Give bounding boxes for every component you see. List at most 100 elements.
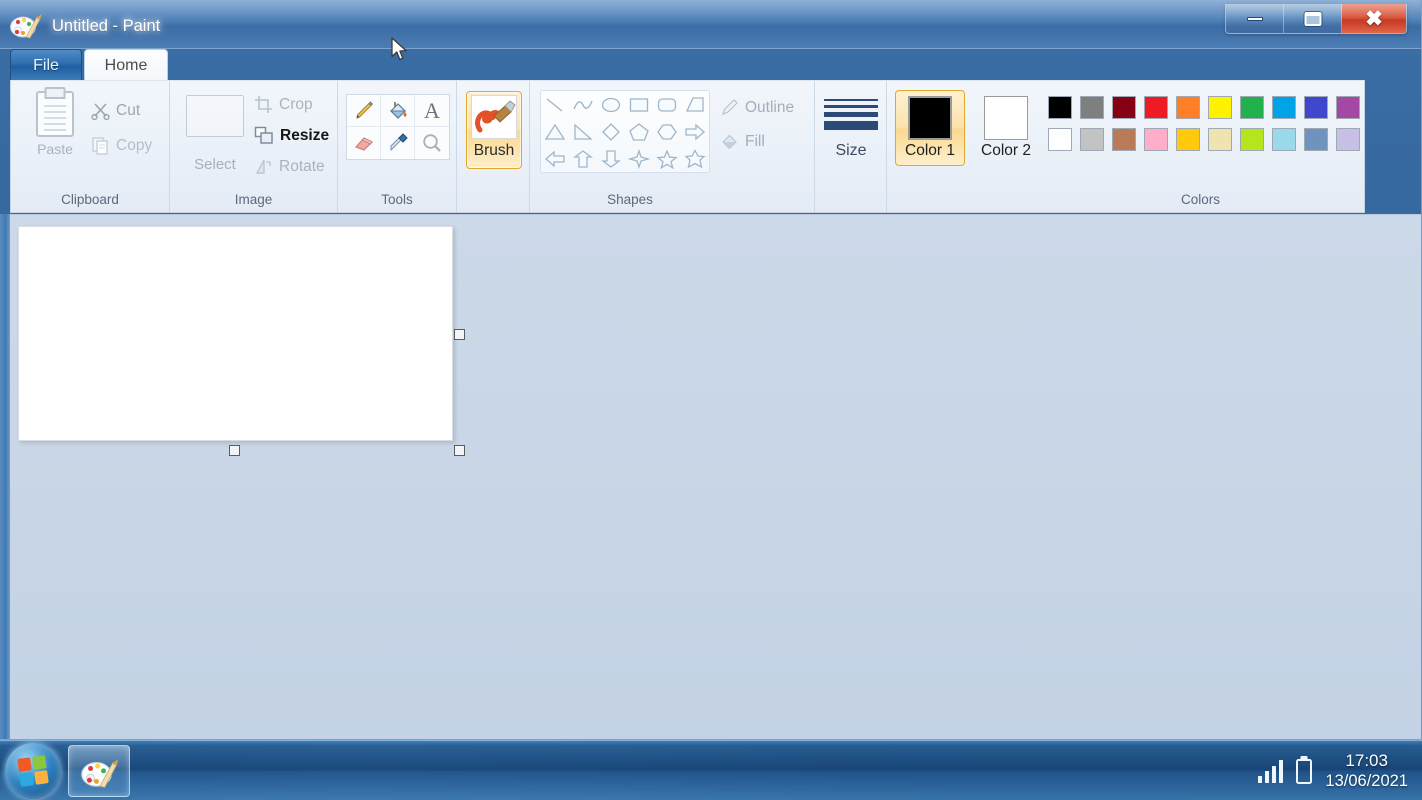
right-arrow-icon [685, 123, 705, 140]
crop-button[interactable]: Crop [254, 95, 313, 114]
cut-button[interactable]: Cut [91, 101, 140, 120]
window-controls: ✖ [1225, 4, 1407, 34]
ribbon-group-image: Select Crop Resize Rotate Image [170, 81, 338, 212]
palette-swatch[interactable] [1269, 125, 1299, 154]
rotate-button[interactable]: Rotate [254, 157, 325, 176]
rounded-rectangle-icon [657, 97, 677, 112]
text-tool-button[interactable]: A [415, 95, 449, 127]
palette-swatch[interactable] [1205, 125, 1235, 154]
maximize-button[interactable] [1284, 4, 1342, 33]
shape-curve[interactable] [569, 91, 597, 118]
shape-six-point-star[interactable] [681, 145, 709, 172]
outline-button[interactable]: Outline [720, 98, 794, 117]
fill-tool-button[interactable] [381, 95, 415, 127]
size-button[interactable]: Size [821, 95, 881, 160]
color2-label: Color 2 [981, 142, 1031, 159]
palette-swatch[interactable] [1333, 125, 1363, 154]
drawing-canvas[interactable] [18, 226, 453, 441]
minimize-button[interactable] [1226, 4, 1284, 33]
select-button[interactable]: Select [180, 91, 250, 173]
color1-button[interactable]: Color 1 [895, 90, 965, 166]
palette-swatch[interactable] [1237, 93, 1267, 122]
shape-left-arrow[interactable] [541, 145, 569, 172]
swatch-color [1208, 96, 1232, 119]
start-button[interactable] [5, 743, 61, 799]
palette-swatch[interactable] [1109, 93, 1139, 122]
close-button[interactable]: ✖ [1342, 4, 1406, 33]
shape-down-arrow[interactable] [597, 145, 625, 172]
tools-grid: A [346, 94, 450, 160]
copy-button[interactable]: Copy [91, 136, 152, 155]
bottom-center-resize-handle[interactable] [229, 445, 240, 456]
palette-swatch[interactable] [1045, 125, 1075, 154]
brush-button[interactable]: Brush [466, 91, 522, 169]
palette-swatch[interactable] [1237, 125, 1267, 154]
image-group-label: Image [234, 192, 273, 207]
palette-swatch[interactable] [1205, 93, 1235, 122]
taskbar-item-paint[interactable] [68, 745, 130, 797]
shape-rounded-rectangle[interactable] [653, 91, 681, 118]
resize-button[interactable]: Resize [254, 126, 329, 146]
shape-line[interactable] [541, 91, 569, 118]
bottom-right-resize-handle[interactable] [454, 445, 465, 456]
shape-rectangle[interactable] [625, 91, 653, 118]
shape-right-arrow[interactable] [681, 118, 709, 145]
title-bar[interactable]: Untitled - Paint ✖ [0, 0, 1421, 49]
copy-label: Copy [116, 136, 153, 154]
shape-diamond[interactable] [597, 118, 625, 145]
palette-swatch[interactable] [1077, 93, 1107, 122]
color-picker-tool-button[interactable] [381, 127, 415, 159]
palette-swatch[interactable] [1301, 125, 1331, 154]
window-title: Untitled - Paint [52, 17, 161, 35]
rotate-label: Rotate [279, 157, 325, 175]
eraser-tool-button[interactable] [347, 127, 381, 159]
pencil-tool-button[interactable] [347, 95, 381, 127]
shape-five-point-star[interactable] [653, 145, 681, 172]
color2-button[interactable]: Color 2 [971, 90, 1041, 166]
right-triangle-icon [574, 123, 593, 140]
tab-home[interactable]: Home [84, 49, 168, 80]
paint-bucket-icon [389, 101, 406, 119]
clock[interactable]: 17:03 13/06/2021 [1325, 750, 1408, 793]
signal-bars-icon[interactable] [1257, 759, 1284, 783]
shape-right-triangle[interactable] [569, 118, 597, 145]
eraser-icon [354, 137, 373, 151]
right-middle-resize-handle[interactable] [454, 329, 465, 340]
palette-swatch[interactable] [1109, 125, 1139, 154]
scissors-icon [91, 103, 110, 120]
ribbon-group-shapes: Outline Fill Shapes [530, 81, 815, 212]
shape-triangle[interactable] [541, 118, 569, 145]
palette-swatch[interactable] [1269, 93, 1299, 122]
shapes-grid [540, 90, 710, 173]
selection-rectangle-icon [186, 95, 244, 137]
magnifier-icon [423, 134, 441, 152]
maximize-icon [1304, 12, 1321, 26]
shape-hexagon[interactable] [653, 118, 681, 145]
palette-swatch[interactable] [1173, 93, 1203, 122]
palette-swatch[interactable] [1045, 93, 1075, 122]
paint-palette-icon [10, 14, 42, 39]
shape-up-arrow[interactable] [569, 145, 597, 172]
curve-icon [573, 100, 593, 109]
palette-swatch[interactable] [1077, 125, 1107, 154]
palette-swatch[interactable] [1141, 93, 1171, 122]
paste-button[interactable]: Paste [25, 89, 85, 167]
palette-swatch[interactable] [1173, 125, 1203, 154]
canvas-work-area[interactable] [10, 214, 1421, 739]
swatch-color [1272, 128, 1296, 151]
tab-file[interactable]: File [10, 49, 82, 80]
shape-polygon[interactable] [681, 91, 709, 118]
palette-swatch[interactable] [1301, 93, 1331, 122]
six-point-star-icon [684, 148, 706, 168]
battery-icon[interactable] [1296, 758, 1313, 784]
swatch-color [1240, 96, 1264, 119]
fill-button[interactable]: Fill [720, 132, 765, 151]
shape-pentagon[interactable] [625, 118, 653, 145]
magnifier-tool-button[interactable] [415, 127, 449, 159]
paste-label: Paste [37, 141, 73, 157]
palette-swatch[interactable] [1141, 125, 1171, 154]
color2-swatch [984, 96, 1028, 140]
shape-four-point-star[interactable] [625, 145, 653, 172]
palette-swatch[interactable] [1333, 93, 1363, 122]
shape-oval[interactable] [597, 91, 625, 118]
